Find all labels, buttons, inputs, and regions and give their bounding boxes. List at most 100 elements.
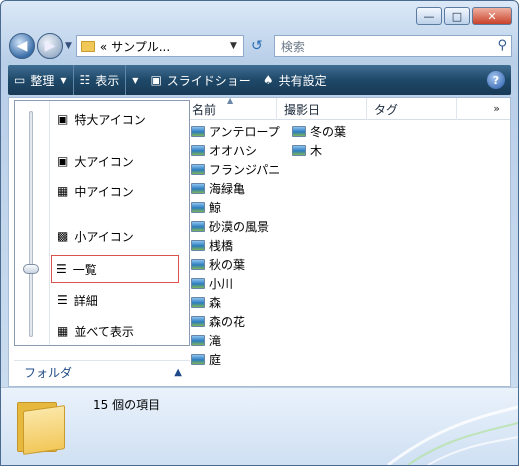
list-item[interactable]: 桟橋: [191, 236, 233, 255]
file-list: ▲ 名前 撮影日 タグ » アンテロープ オオハシ フランジパニ 海緑亀 鯨 砂…: [185, 96, 510, 386]
slider-thumb[interactable]: [23, 264, 39, 274]
file-name: 森の花: [209, 315, 246, 329]
share-button[interactable]: ♠ 共有設定: [257, 65, 333, 95]
file-name: 鯨: [209, 201, 222, 215]
view-menu: ▣ 特大アイコン ▣ 大アイコン ▦ 中アイコン ▩ 小アイコン ☰ 一覧 ☰ …: [14, 100, 190, 346]
organize-label: 整理: [30, 73, 55, 88]
image-file-icon: [191, 145, 205, 156]
list-item[interactable]: フランジパニ: [191, 160, 280, 179]
image-file-icon: [191, 164, 205, 175]
views-button[interactable]: ☷ 表示: [72, 65, 126, 95]
column-date-label: 撮影日: [284, 102, 321, 117]
main-pane: ▲ 名前 撮影日 タグ » アンテロープ オオハシ フランジパニ 海緑亀 鯨 砂…: [8, 96, 511, 387]
column-name-label: 名前: [192, 102, 217, 117]
slideshow-icon: ▣: [150, 73, 162, 87]
share-icon: ♠: [262, 73, 274, 87]
list-item[interactable]: 鯨: [191, 198, 221, 217]
view-option-small[interactable]: ▩ 小アイコン: [57, 225, 134, 247]
list-item[interactable]: 木: [292, 141, 322, 160]
minimize-button[interactable]: —: [416, 7, 442, 25]
views-icon: ☷: [79, 73, 91, 87]
view-option-label: 詳細: [73, 293, 98, 308]
list-item[interactable]: 庭: [191, 350, 221, 369]
view-option-medium[interactable]: ▦ 中アイコン: [57, 180, 134, 202]
view-option-label: 特大アイコン: [74, 112, 146, 127]
image-file-icon: [191, 297, 205, 308]
list-item[interactable]: 滝: [191, 331, 221, 350]
slideshow-button[interactable]: ▣ スライドショー: [144, 65, 256, 95]
image-file-icon: [191, 278, 205, 289]
address-bar[interactable]: « サンプル... ▼: [75, 35, 244, 57]
view-option-label: 一覧: [72, 262, 97, 277]
column-tag-header[interactable]: タグ: [367, 98, 457, 120]
sort-ascending-icon: ▲: [227, 96, 234, 105]
large-icons-icon: ▣: [57, 154, 69, 168]
window-controls: — □ ✕: [414, 7, 512, 25]
menu-gutter: [49, 101, 50, 345]
address-text: « サンプル...: [99, 39, 171, 54]
views-label: 表示: [95, 73, 120, 88]
view-option-tiles[interactable]: ▦ 並べて表示: [57, 320, 134, 342]
search-input[interactable]: 検索 ⚲: [273, 35, 512, 57]
file-name: 秋の葉: [209, 258, 246, 272]
image-file-icon: [292, 145, 306, 156]
file-name: 森: [209, 296, 222, 310]
image-file-icon: [191, 316, 205, 327]
view-option-extra-large[interactable]: ▣ 特大アイコン: [57, 108, 146, 130]
list-item[interactable]: 砂漠の風景: [191, 217, 269, 236]
organize-button[interactable]: ▭ 整理 ▼: [8, 65, 73, 95]
back-button[interactable]: ◀: [9, 33, 35, 59]
file-name: フランジパニ: [209, 163, 281, 177]
file-name: アンテロープ: [209, 125, 280, 139]
search-icon[interactable]: ⚲: [497, 38, 507, 53]
image-file-icon: [292, 126, 306, 137]
list-item[interactable]: 森の花: [191, 312, 245, 331]
recent-pages-dropdown-icon[interactable]: ▼: [65, 41, 72, 51]
file-name: 滝: [209, 334, 222, 348]
medium-icons-icon: ▦: [57, 184, 69, 198]
folders-toggle[interactable]: フォルダ ▲: [14, 360, 190, 384]
file-name: 砂漠の風景: [209, 220, 270, 234]
image-file-icon: [191, 202, 205, 213]
list-item[interactable]: オオハシ: [191, 141, 257, 160]
file-name: 桟橋: [209, 239, 234, 253]
column-name-header[interactable]: ▲ 名前: [185, 96, 277, 120]
image-file-icon: [191, 335, 205, 346]
file-name: 小川: [209, 277, 234, 291]
folder-icon: [15, 396, 67, 455]
decorative-swoosh: [387, 405, 518, 465]
command-toolbar: ▭ 整理 ▼ ☷ 表示 ▼ ▣ スライドショー ♠ 共有設定 ?: [8, 65, 511, 95]
list-item[interactable]: 森: [191, 293, 221, 312]
maximize-button[interactable]: □: [444, 7, 470, 25]
view-option-list[interactable]: ☰ 一覧: [51, 255, 179, 283]
column-date-header[interactable]: 撮影日: [277, 98, 367, 120]
list-view-icon: ☰: [56, 262, 67, 276]
share-label: 共有設定: [278, 73, 327, 88]
close-button[interactable]: ✕: [472, 7, 512, 25]
forward-button[interactable]: ▶: [37, 33, 63, 59]
chevron-up-icon: ▲: [174, 367, 182, 378]
details-pane: 15 個の項目: [1, 387, 518, 465]
file-name: 庭: [209, 353, 222, 367]
list-item[interactable]: 秋の葉: [191, 255, 245, 274]
column-tag-label: タグ: [374, 102, 399, 117]
view-size-slider[interactable]: [29, 111, 33, 337]
help-icon[interactable]: ?: [487, 71, 505, 89]
address-dropdown-icon[interactable]: ▼: [230, 41, 237, 51]
view-option-label: 大アイコン: [74, 154, 134, 169]
column-headers: ▲ 名前 撮影日 タグ »: [185, 96, 510, 120]
list-item[interactable]: アンテロープ: [191, 122, 280, 141]
list-item[interactable]: 海緑亀: [191, 179, 245, 198]
image-file-icon: [191, 354, 205, 365]
views-dropdown-button[interactable]: ▼: [125, 65, 144, 95]
view-option-details[interactable]: ☰ 詳細: [57, 289, 98, 311]
details-view-icon: ☰: [57, 293, 68, 307]
refresh-icon[interactable]: ↺: [246, 35, 268, 57]
folder-icon: [80, 40, 95, 52]
view-option-label: 小アイコン: [74, 229, 134, 244]
list-item[interactable]: 小川: [191, 274, 233, 293]
view-option-large[interactable]: ▣ 大アイコン: [57, 150, 134, 172]
organize-dropdown-icon: ▼: [60, 75, 67, 85]
list-item[interactable]: 冬の葉: [292, 122, 346, 141]
more-columns-icon[interactable]: »: [493, 102, 500, 115]
